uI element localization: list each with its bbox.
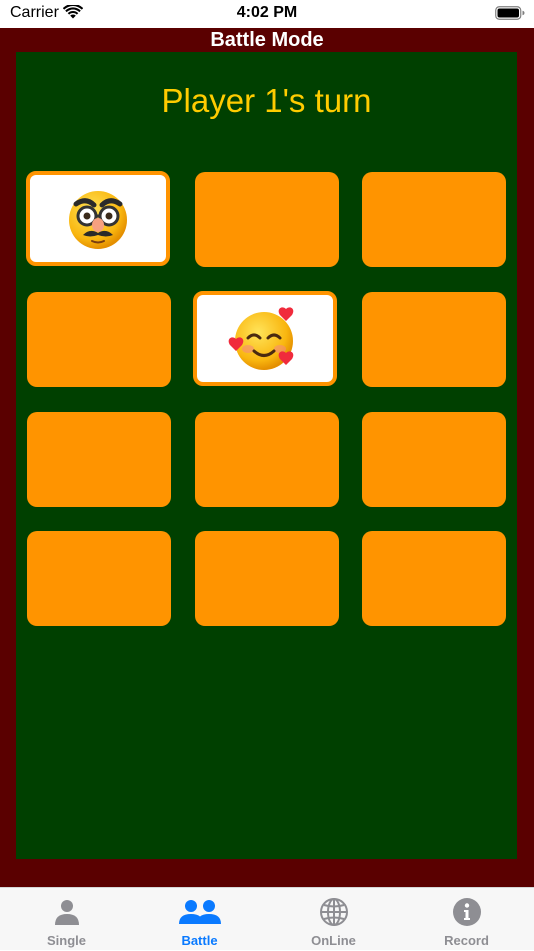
person-icon	[0, 896, 133, 928]
tab-single-label: Single	[46, 933, 86, 948]
info-icon	[400, 896, 533, 928]
globe-icon	[267, 896, 400, 928]
card-8[interactable]	[195, 412, 339, 507]
card-2[interactable]	[195, 172, 339, 267]
card-6[interactable]	[362, 292, 506, 387]
card-4[interactable]	[27, 292, 171, 387]
turn-indicator: Player 1's turn	[161, 82, 372, 119]
disguised-face-icon	[30, 175, 166, 262]
tab-battle[interactable]: Battle	[133, 888, 266, 951]
battery-icon	[495, 6, 525, 25]
card-7[interactable]	[27, 412, 171, 507]
status-bar: Carrier 4:02 PM	[0, 0, 534, 28]
tab-battle-label: Battle	[181, 933, 218, 948]
card-10[interactable]	[27, 531, 171, 626]
card-1[interactable]	[26, 171, 170, 266]
card-11[interactable]	[195, 531, 339, 626]
tab-record[interactable]: Record	[400, 888, 533, 951]
tab-online[interactable]: OnLine	[267, 888, 400, 951]
card-3[interactable]	[362, 172, 506, 267]
card-12[interactable]	[362, 531, 506, 626]
tab-online-label: OnLine	[311, 933, 356, 948]
card-5[interactable]	[193, 291, 337, 386]
people-icon	[133, 896, 266, 928]
tab-record-label: Record	[444, 933, 489, 948]
status-time: 4:02 PM	[236, 4, 298, 21]
tab-bar: Single Battle OnLine Record	[0, 887, 534, 950]
card-9[interactable]	[362, 412, 506, 507]
smiling-face-with-hearts-icon	[197, 295, 333, 382]
page-title: Battle Mode	[210, 29, 324, 51]
tab-single[interactable]: Single	[0, 888, 133, 951]
